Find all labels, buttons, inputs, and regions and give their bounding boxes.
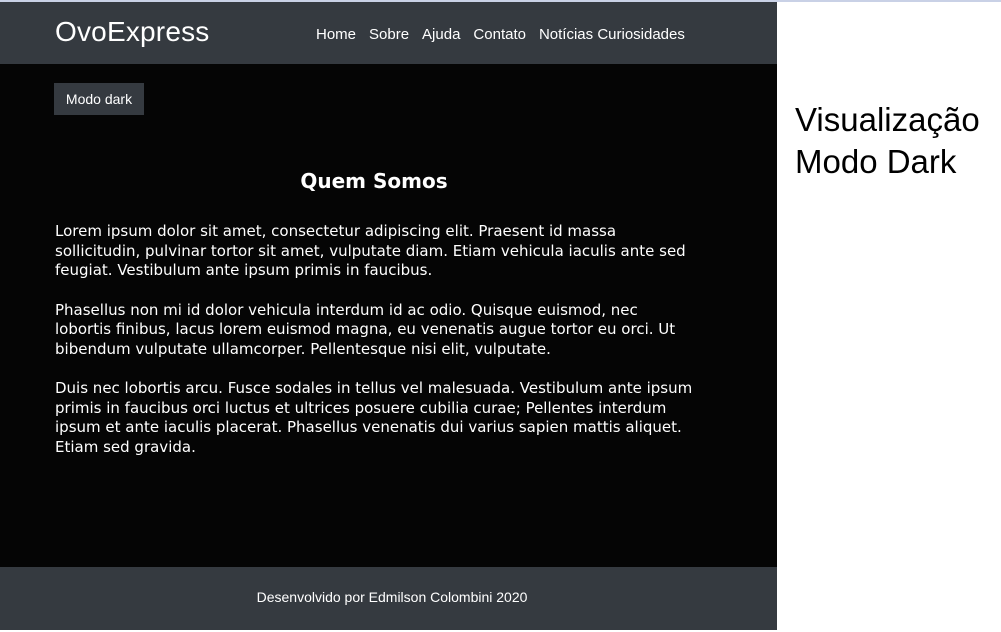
brand-logo[interactable]: OvoExpress <box>55 16 210 48</box>
footer: Desenvolvido por Edmilson Colombini 2020 <box>0 567 777 630</box>
dark-mode-button[interactable]: Modo dark <box>54 83 144 115</box>
footer-credit: Desenvolvido por Edmilson Colombini 2020 <box>256 589 528 605</box>
nav-link-home[interactable]: Home <box>316 26 356 43</box>
nav-link-sobre[interactable]: Sobre <box>369 26 409 43</box>
paragraph-1: Lorem ipsum dolor sit amet, consectetur … <box>55 222 686 279</box>
paragraph-3: Duis nec lobortis arcu. Fusce sodales in… <box>55 379 693 456</box>
website-preview: OvoExpress Home Sobre Ajuda Contato Notí… <box>0 2 777 630</box>
preview-annotation: Visualização Modo Dark <box>795 99 980 183</box>
nav-link-noticias-curiosidades[interactable]: Notícias Curiosidades <box>539 26 685 43</box>
nav-menu: Home Sobre Ajuda Contato Notícias Curios… <box>316 26 685 43</box>
main-content: Lorem ipsum dolor sit amet, consectetur … <box>55 222 695 477</box>
nav-link-contato[interactable]: Contato <box>473 26 526 43</box>
annotation-line-1: Visualização <box>795 101 980 138</box>
page-title: Quem Somos <box>300 169 448 193</box>
navbar: OvoExpress Home Sobre Ajuda Contato Notí… <box>0 2 777 64</box>
nav-link-ajuda[interactable]: Ajuda <box>422 26 460 43</box>
annotation-line-2: Modo Dark <box>795 143 957 180</box>
paragraph-2: Phasellus non mi id dolor vehicula inter… <box>55 300 676 358</box>
